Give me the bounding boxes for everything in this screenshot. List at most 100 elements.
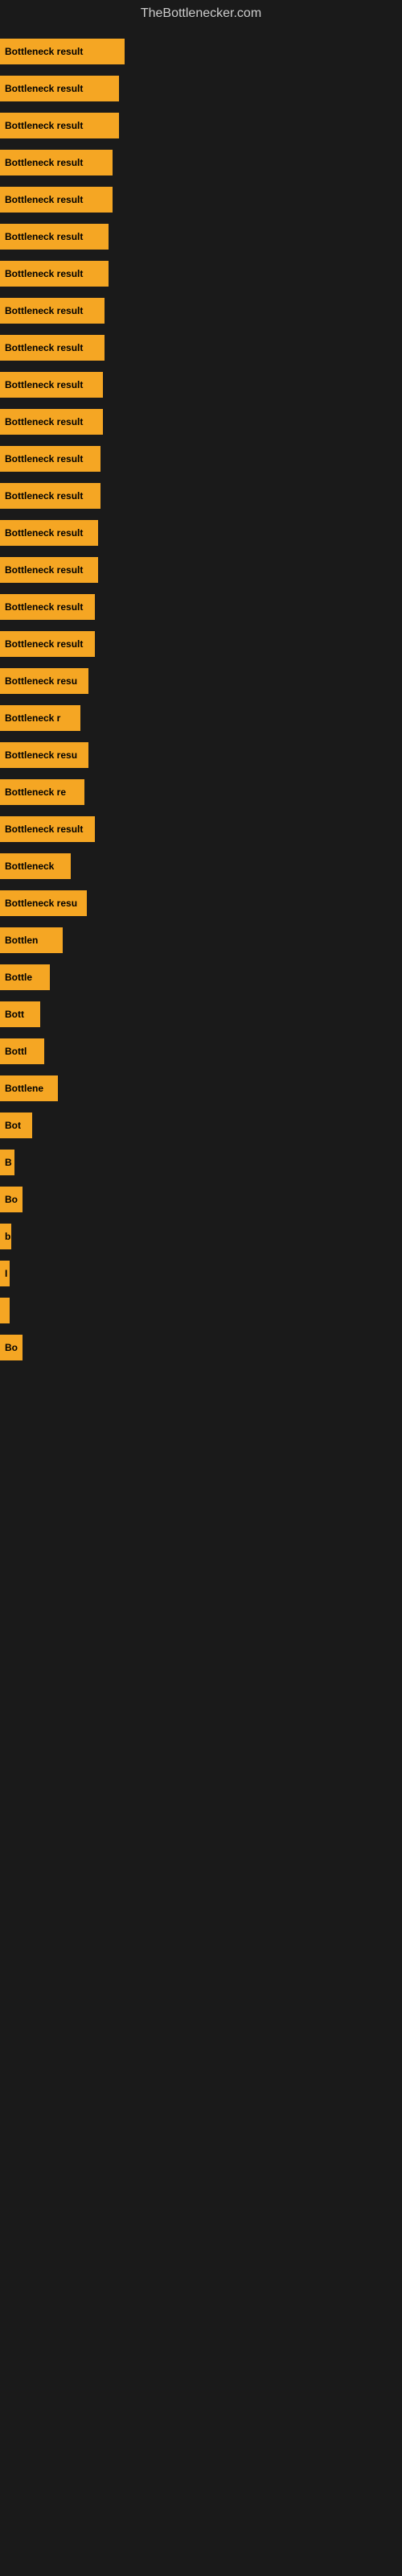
bar-label-16: Bottleneck result bbox=[5, 638, 83, 650]
bar-label-25: Bottle bbox=[5, 972, 32, 983]
bar-row: Bottleneck resu bbox=[0, 887, 402, 919]
bar-6: Bottleneck result bbox=[0, 261, 109, 287]
bar-row: Bottleneck result bbox=[0, 221, 402, 253]
bar-row: Bottleneck result bbox=[0, 295, 402, 327]
bar-label-1: Bottleneck result bbox=[5, 83, 83, 94]
bar-label-18: Bottleneck r bbox=[5, 712, 60, 724]
bar-5: Bottleneck result bbox=[0, 224, 109, 250]
bar-label-5: Bottleneck result bbox=[5, 231, 83, 242]
bar-row: Bottlen bbox=[0, 924, 402, 956]
bar-row: Bottleneck result bbox=[0, 443, 402, 475]
bar-row: Bot bbox=[0, 1109, 402, 1141]
bar-row: Bottleneck result bbox=[0, 369, 402, 401]
bar-15: Bottleneck result bbox=[0, 594, 95, 620]
bar-29: Bot bbox=[0, 1113, 32, 1138]
bar-35: Bo bbox=[0, 1335, 23, 1360]
site-title: TheBottlenecker.com bbox=[0, 0, 402, 27]
bar-22: Bottleneck bbox=[0, 853, 71, 879]
bar-label-3: Bottleneck result bbox=[5, 157, 83, 168]
bar-20: Bottleneck re bbox=[0, 779, 84, 805]
bar-24: Bottlen bbox=[0, 927, 63, 953]
bar-label-32: b bbox=[5, 1231, 10, 1242]
bar-12: Bottleneck result bbox=[0, 483, 100, 509]
bar-label-22: Bottleneck bbox=[5, 861, 54, 872]
bar-18: Bottleneck r bbox=[0, 705, 80, 731]
bar-label-2: Bottleneck result bbox=[5, 120, 83, 131]
bar-0: Bottleneck result bbox=[0, 39, 125, 64]
bar-label-13: Bottleneck result bbox=[5, 527, 83, 539]
bar-row: Bottleneck result bbox=[0, 147, 402, 179]
bar-14: Bottleneck result bbox=[0, 557, 98, 583]
bar-31: Bo bbox=[0, 1187, 23, 1212]
bar-16: Bottleneck result bbox=[0, 631, 95, 657]
bar-label-27: Bottl bbox=[5, 1046, 27, 1057]
bar-label-24: Bottlen bbox=[5, 935, 38, 946]
bar-row: Bo bbox=[0, 1331, 402, 1364]
bar-9: Bottleneck result bbox=[0, 372, 103, 398]
bar-label-11: Bottleneck result bbox=[5, 453, 83, 464]
bar-row: Bottleneck result bbox=[0, 480, 402, 512]
bar-label-33: I bbox=[5, 1268, 7, 1279]
bar-row: Bott bbox=[0, 998, 402, 1030]
bar-row: Bottl bbox=[0, 1035, 402, 1067]
bar-row: Bottleneck result bbox=[0, 406, 402, 438]
bar-row: Bottleneck r bbox=[0, 702, 402, 734]
bar-row bbox=[0, 1294, 402, 1327]
bar-label-23: Bottleneck resu bbox=[5, 898, 77, 909]
bar-27: Bottl bbox=[0, 1038, 44, 1064]
bar-33: I bbox=[0, 1261, 10, 1286]
bar-row: Bottleneck result bbox=[0, 813, 402, 845]
bar-row: Bottleneck result bbox=[0, 35, 402, 68]
bar-label-12: Bottleneck result bbox=[5, 490, 83, 502]
bar-row: Bottleneck bbox=[0, 850, 402, 882]
bar-row: Bottleneck result bbox=[0, 591, 402, 623]
bar-row: Bottleneck result bbox=[0, 109, 402, 142]
bar-2: Bottleneck result bbox=[0, 113, 119, 138]
bar-13: Bottleneck result bbox=[0, 520, 98, 546]
bar-34 bbox=[0, 1298, 10, 1323]
bar-4: Bottleneck result bbox=[0, 187, 113, 213]
bar-25: Bottle bbox=[0, 964, 50, 990]
bar-label-7: Bottleneck result bbox=[5, 305, 83, 316]
bar-label-21: Bottleneck result bbox=[5, 824, 83, 835]
bar-label-26: Bott bbox=[5, 1009, 24, 1020]
bar-row: Bottleneck re bbox=[0, 776, 402, 808]
bar-label-8: Bottleneck result bbox=[5, 342, 83, 353]
bar-label-35: Bo bbox=[5, 1342, 18, 1353]
bar-row: I bbox=[0, 1257, 402, 1290]
bar-23: Bottleneck resu bbox=[0, 890, 87, 916]
bar-label-28: Bottlene bbox=[5, 1083, 43, 1094]
bar-28: Bottlene bbox=[0, 1075, 58, 1101]
bar-10: Bottleneck result bbox=[0, 409, 103, 435]
bar-row: Bottleneck result bbox=[0, 628, 402, 660]
bar-row: Bottleneck result bbox=[0, 332, 402, 364]
bar-row: Bottleneck resu bbox=[0, 739, 402, 771]
bar-label-30: B bbox=[5, 1157, 12, 1168]
bar-11: Bottleneck result bbox=[0, 446, 100, 472]
bars-container: Bottleneck result Bottleneck result Bottle… bbox=[0, 27, 402, 1377]
bar-label-15: Bottleneck result bbox=[5, 601, 83, 613]
bar-17: Bottleneck resu bbox=[0, 668, 88, 694]
bar-8: Bottleneck result bbox=[0, 335, 105, 361]
bar-label-4: Bottleneck result bbox=[5, 194, 83, 205]
bar-label-10: Bottleneck result bbox=[5, 416, 83, 427]
bar-label-6: Bottleneck result bbox=[5, 268, 83, 279]
bar-label-14: Bottleneck result bbox=[5, 564, 83, 576]
bar-label-0: Bottleneck result bbox=[5, 46, 83, 57]
bar-label-20: Bottleneck re bbox=[5, 786, 66, 798]
bar-row: Bottleneck result bbox=[0, 517, 402, 549]
bar-row: Bottleneck result bbox=[0, 554, 402, 586]
bar-label-17: Bottleneck resu bbox=[5, 675, 77, 687]
bar-19: Bottleneck resu bbox=[0, 742, 88, 768]
bar-row: Bottleneck result bbox=[0, 72, 402, 105]
bar-row: Bottleneck resu bbox=[0, 665, 402, 697]
bar-row: Bottle bbox=[0, 961, 402, 993]
bar-label-9: Bottleneck result bbox=[5, 379, 83, 390]
bar-row: B bbox=[0, 1146, 402, 1179]
bar-3: Bottleneck result bbox=[0, 150, 113, 175]
bar-21: Bottleneck result bbox=[0, 816, 95, 842]
bar-row: b bbox=[0, 1220, 402, 1253]
bar-row: Bo bbox=[0, 1183, 402, 1216]
bar-row: Bottleneck result bbox=[0, 184, 402, 216]
bar-label-31: Bo bbox=[5, 1194, 18, 1205]
